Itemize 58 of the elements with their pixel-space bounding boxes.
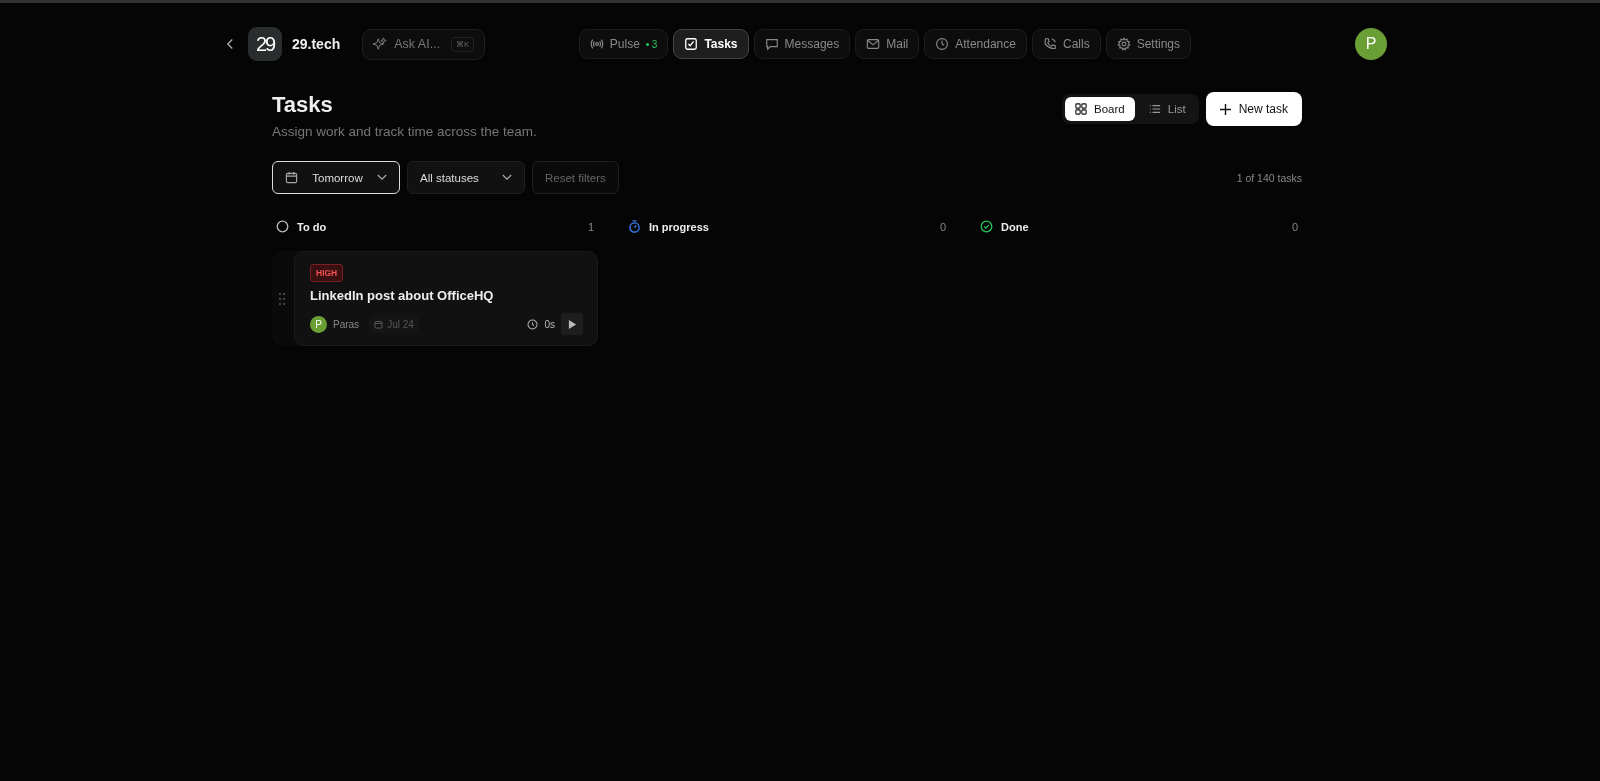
date-filter-dropdown[interactable]: Tomorrow [272,161,400,194]
due-date-text: Jul 24 [387,318,414,330]
view-tab[interactable]: Board [1065,97,1135,121]
column-count: 0 [939,220,946,233]
chevron-down-icon [377,174,387,181]
nav-tab[interactable]: Messages [753,29,851,59]
column-title: In progress [649,220,709,233]
checkbox-icon [684,37,699,51]
back-icon[interactable] [226,38,234,50]
settings-icon [1116,37,1131,51]
list-icon [1148,103,1161,115]
nav-tab[interactable]: Tasks [673,29,749,59]
status-dot [645,42,649,46]
phone-icon [1042,37,1057,51]
calendar-icon [285,171,298,184]
page-subtitle: Assign work and track time across the team. [272,124,537,139]
column-title: To do [297,220,327,233]
clock-icon [527,318,539,330]
new-task-button[interactable]: New task [1205,92,1302,126]
brand-name: 29.tech [292,36,341,52]
play-icon [567,319,577,329]
sparkle-icon [373,37,388,51]
drag-handle-icon[interactable] [278,291,286,306]
view-tab[interactable]: List [1138,97,1196,121]
column-count: 1 [587,220,594,233]
page-title: Tasks [272,92,334,118]
task-card[interactable]: HIGH LinkedIn post about OfficeHQ P Paras Jul 24 0s [294,251,598,346]
clock-icon [935,37,950,51]
assignee-avatar: P [310,315,327,333]
calendar-icon [374,319,384,329]
nav-tab[interactable]: Calls [1031,29,1101,59]
column-title: Done [1001,220,1029,233]
chat-icon [764,37,779,51]
shortcut-badge: ⌘K [451,36,475,52]
stopwatch-icon [628,220,641,233]
nav-tab[interactable]: Pulse 3 [578,29,669,59]
check-circle-icon [980,220,993,233]
grid-icon [1075,103,1088,115]
nav-tab[interactable]: Mail [855,29,920,59]
nav-tab[interactable]: Settings [1105,29,1191,59]
status-filter-dropdown[interactable]: All statuses [407,161,525,194]
logo: 29 [248,27,282,61]
priority-tag: HIGH [310,264,344,282]
column-count: 0 [1291,220,1298,233]
pulse-count: 3 [651,38,658,50]
plus-icon [1219,103,1231,115]
envelope-icon [866,37,881,51]
reset-filters-button[interactable]: Reset filters [532,161,619,194]
assignee-name: Paras [333,318,360,330]
chevron-down-icon [502,174,512,181]
time-tracked: 0s [544,318,555,330]
task-count: 1 of 140 tasks [1236,171,1302,184]
play-button[interactable] [561,313,583,335]
broadcast-icon [589,37,604,51]
circle-icon [276,220,289,233]
ask-ai-button[interactable]: Ask AI... ⌘K [362,28,486,60]
nav-tab[interactable]: Attendance [924,29,1027,59]
task-title: LinkedIn post about OfficeHQ [310,288,495,303]
